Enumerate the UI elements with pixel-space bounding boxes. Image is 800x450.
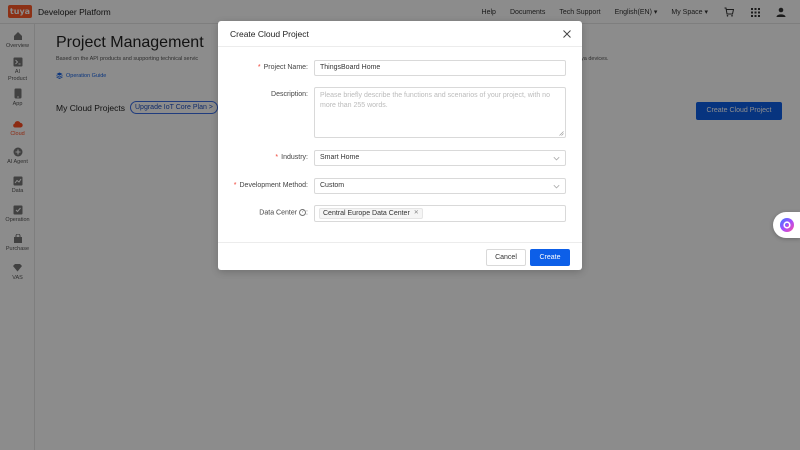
tag-close-icon[interactable]: ✕	[414, 209, 419, 218]
description-placeholder: Please briefly describe the functions an…	[320, 92, 550, 109]
description-label: Description:	[271, 91, 308, 98]
assistant-icon	[779, 218, 794, 232]
question-circle-icon[interactable]: ?	[299, 209, 307, 216]
project-name-input[interactable]: ThingsBoard Home	[314, 60, 566, 76]
chevron-down-icon	[553, 156, 560, 161]
create-cloud-project-dialog: Create Cloud Project * Project Name: Thin…	[218, 21, 582, 270]
close-icon[interactable]	[561, 28, 572, 39]
data-center-label: Data Center?:	[259, 209, 308, 217]
development-method-value: Custom	[320, 182, 345, 189]
industry-value: Smart Home	[320, 154, 360, 161]
required-marker: *	[275, 154, 279, 161]
description-textarea[interactable]: Please briefly describe the functions an…	[314, 87, 566, 138]
create-button[interactable]: Create	[530, 249, 570, 266]
dialog-footer: Cancel Create	[218, 242, 582, 270]
floating-assistant-button[interactable]	[773, 212, 800, 238]
resize-handle-icon[interactable]	[559, 131, 564, 136]
label-text: Data Center	[259, 209, 298, 217]
project-name-label: * Project Name:	[257, 64, 308, 71]
industry-select[interactable]: Smart Home	[314, 150, 566, 166]
development-method-label: * Development Method:	[233, 182, 308, 189]
label-text: Development Method	[239, 182, 307, 189]
development-method-select[interactable]: Custom	[314, 178, 566, 194]
industry-label: * Industry:	[275, 154, 308, 161]
label-text: Description	[271, 91, 307, 98]
required-marker: *	[257, 64, 261, 71]
chevron-down-icon	[553, 184, 560, 189]
dialog-title: Create Cloud Project	[230, 28, 309, 39]
label-text: Industry	[281, 154, 307, 161]
data-center-tag: Central Europe Data Center ✕	[319, 208, 423, 219]
data-center-select[interactable]: Central Europe Data Center ✕	[314, 205, 566, 222]
cancel-button[interactable]: Cancel	[486, 249, 526, 266]
tag-label: Central Europe Data Center	[323, 210, 410, 217]
dialog-header: Create Cloud Project	[218, 21, 582, 47]
required-marker: *	[233, 182, 237, 189]
label-text: Project Name	[263, 64, 307, 71]
